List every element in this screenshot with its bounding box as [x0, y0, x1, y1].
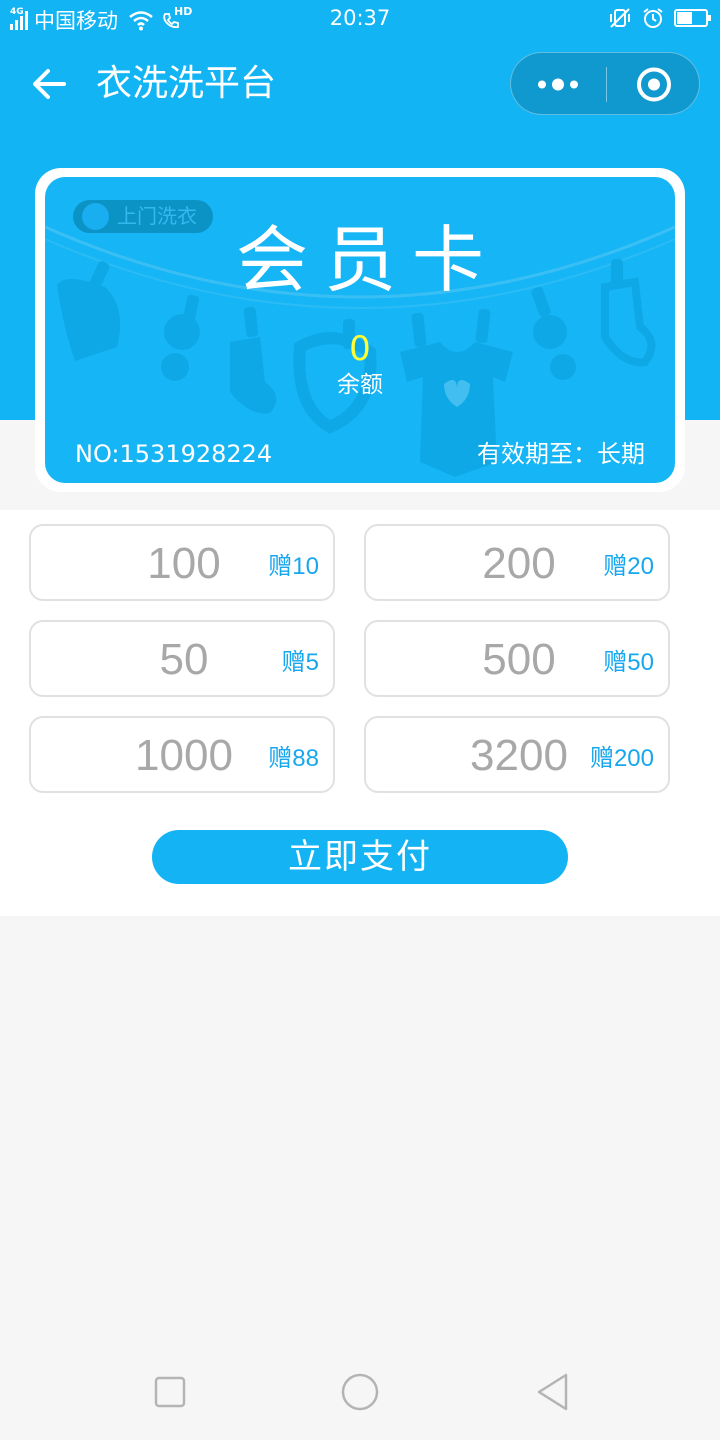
- back-button[interactable]: [28, 62, 72, 106]
- arrow-left-icon: [33, 69, 66, 99]
- triangle-back-icon: [537, 1373, 568, 1411]
- status-bar: 4G 中国移动 HD 20:37: [0, 0, 720, 38]
- square-icon: [154, 1376, 186, 1408]
- system-back-button[interactable]: [528, 1370, 578, 1414]
- recharge-option[interactable]: 200 赠20: [364, 524, 670, 601]
- battery-level: [677, 12, 693, 24]
- recharge-option[interactable]: 500 赠50: [364, 620, 670, 697]
- option-bonus: 赠10: [268, 553, 319, 580]
- mini-program-capsule: [510, 52, 700, 115]
- card-validity: 有效期至：长期: [477, 440, 645, 468]
- home-button[interactable]: [335, 1370, 385, 1414]
- battery-icon: [674, 9, 711, 27]
- member-card: 上门洗衣 会员卡 0 余额 NO:1531928224 有效期至：长期: [45, 177, 675, 483]
- more-button[interactable]: [511, 53, 605, 116]
- card-title: 会员卡: [235, 218, 500, 302]
- option-bonus: 赠5: [281, 649, 319, 676]
- status-right: [608, 7, 711, 29]
- target-circle-icon: [637, 67, 671, 102]
- alarm-icon: [643, 8, 663, 28]
- vibrate-mute-icon: [610, 8, 630, 28]
- option-bonus: 赠20: [603, 553, 654, 580]
- more-dots-icon: [538, 78, 578, 91]
- card-number: NO:1531928224: [75, 440, 273, 468]
- recent-apps-button[interactable]: [145, 1370, 195, 1414]
- system-navigation-bar: [0, 1360, 720, 1424]
- balance-value: 0: [349, 329, 371, 369]
- recharge-option[interactable]: 50 赠5: [29, 620, 335, 697]
- recharge-option[interactable]: 100 赠10: [29, 524, 335, 601]
- balance-label: 余额: [337, 372, 383, 398]
- recharge-option[interactable]: 3200 赠200: [364, 716, 670, 793]
- close-mini-program-button[interactable]: [607, 53, 701, 116]
- option-bonus: 赠200: [589, 745, 654, 772]
- recharge-option[interactable]: 1000 赠88: [29, 716, 335, 793]
- page-title: 衣洗洗平台: [96, 63, 277, 104]
- circle-icon: [341, 1373, 379, 1411]
- option-bonus: 赠50: [603, 649, 654, 676]
- pay-now-button[interactable]: 立即支付: [152, 830, 568, 884]
- option-bonus: 赠88: [268, 745, 319, 772]
